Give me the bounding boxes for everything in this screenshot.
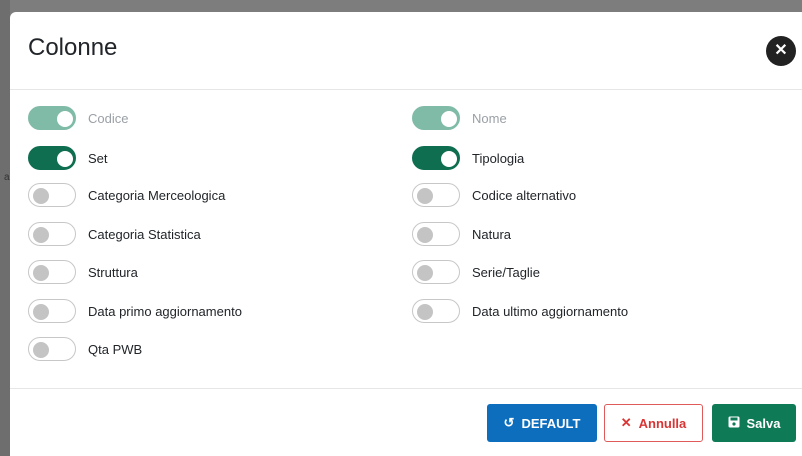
toggle-row-categoria-merceologica[interactable]: Categoria Merceologica <box>28 182 225 208</box>
columns-dialog: Colonne ✕ Codice Set Categoria Merceolog… <box>10 12 802 456</box>
toggle-label: Serie/Taglie <box>472 264 540 280</box>
toggle-label: Nome <box>472 110 507 126</box>
toggle-switch[interactable] <box>28 106 76 130</box>
toggle-row-qta-pwb[interactable]: Qta PWB <box>28 336 142 362</box>
close-icon: ✕ <box>620 415 632 430</box>
toggle-row-codice[interactable]: Codice <box>28 105 128 131</box>
toggle-switch[interactable] <box>28 183 76 207</box>
toggle-switch[interactable] <box>412 183 460 207</box>
toggle-label: Natura <box>472 226 512 242</box>
toggle-switch[interactable] <box>412 222 460 246</box>
toggle-row-tipologia[interactable]: Tipologia <box>412 145 524 171</box>
toggle-row-codice-alternativo[interactable]: Codice alternativo <box>412 182 576 208</box>
default-button-label: DEFAULT <box>521 415 581 431</box>
toggle-switch[interactable] <box>28 146 76 170</box>
toggle-label: Qta PWB <box>88 341 143 357</box>
toggle-row-set[interactable]: Set <box>28 145 108 171</box>
reset-icon: ↺ <box>503 415 515 430</box>
cancel-button-label: Annulla <box>638 415 687 431</box>
toggle-row-data-primo-aggiornamento[interactable]: Data primo aggiornamento <box>28 298 242 324</box>
toggle-switch[interactable] <box>28 260 76 284</box>
toggle-switch[interactable] <box>412 146 460 170</box>
toggle-label: Codice alternativo <box>472 187 577 203</box>
toggle-row-nome[interactable]: Nome <box>412 105 507 131</box>
toggle-row-serie-taglie[interactable]: Serie/Taglie <box>412 259 540 285</box>
toggle-label: Data ultimo aggiornamento <box>472 303 629 319</box>
close-icon: ✕ <box>774 42 788 59</box>
toggle-label: Categoria Merceologica <box>88 187 226 203</box>
toggle-label: Set <box>88 150 108 166</box>
cancel-button[interactable]: ✕ Annulla <box>604 404 703 442</box>
save-button-label: Salva <box>746 415 781 431</box>
page-backdrop <box>0 0 10 456</box>
toggle-label: Tipologia <box>472 150 525 166</box>
backdrop-text-fragment: a <box>4 172 10 183</box>
toggle-switch[interactable] <box>412 260 460 284</box>
toggle-switch[interactable] <box>412 106 460 130</box>
toggle-switch[interactable] <box>28 337 76 361</box>
toggle-row-struttura[interactable]: Struttura <box>28 259 138 285</box>
default-button[interactable]: ↺ DEFAULT <box>487 404 597 442</box>
save-button[interactable]: Salva <box>712 404 796 442</box>
toggle-label: Data primo aggiornamento <box>88 303 242 319</box>
toggle-switch[interactable] <box>28 222 76 246</box>
toggle-switch[interactable] <box>28 299 76 323</box>
toggle-switch[interactable] <box>412 299 460 323</box>
dialog-title: Colonne <box>28 34 118 61</box>
dialog-header: Colonne ✕ <box>10 12 802 90</box>
toggle-label: Struttura <box>88 264 138 280</box>
toggle-row-categoria-statistica[interactable]: Categoria Statistica <box>28 221 201 247</box>
toggle-label: Categoria Statistica <box>88 226 201 242</box>
toggle-label: Codice <box>88 110 129 126</box>
toggle-row-natura[interactable]: Natura <box>412 221 511 247</box>
save-icon <box>728 416 740 431</box>
toggle-row-data-ultimo-aggiornamento[interactable]: Data ultimo aggiornamento <box>412 298 628 324</box>
close-button[interactable]: ✕ <box>766 36 796 66</box>
